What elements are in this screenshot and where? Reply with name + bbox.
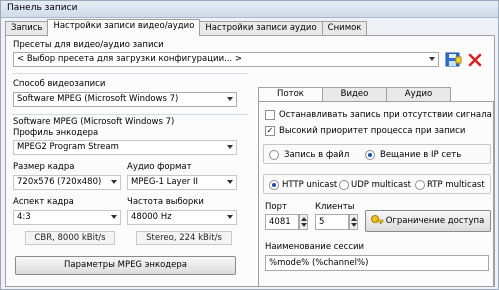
chevron-down-icon [111, 215, 117, 219]
tab-recording[interactable]: Запись [5, 21, 49, 36]
mpeg-encoder-params-button[interactable]: Параметры MPEG энкодера [15, 256, 236, 275]
tab-video-audio-settings[interactable]: Настройки записи видео/аудио [47, 19, 201, 36]
aspect-value: 4:3 [17, 212, 31, 222]
clients-input[interactable]: 5 [315, 214, 349, 230]
frame-size-dropdown[interactable]: 720x576 (720x480) [13, 175, 121, 190]
chevron-down-icon [227, 215, 233, 219]
high-priority-label: Высокий приоритет процесса при записи [279, 126, 466, 136]
chevron-down-icon [227, 145, 233, 149]
separator [12, 114, 248, 115]
sub-tabs: Поток Видео Аудио [258, 87, 451, 102]
broadcast-ip-label: Вещание в IP сеть [380, 150, 462, 160]
access-limit-label: Ограничение доступа [385, 216, 485, 226]
sample-rate-value: 48000 Hz [131, 212, 172, 222]
tab-snapshot[interactable]: Снимок [321, 21, 368, 36]
tab-audio-settings[interactable]: Настройки записи аудио [199, 21, 323, 36]
presets-dropdown[interactable]: < Выбор пресета для загрузки конфигураци… [13, 52, 439, 67]
frame-size-label: Размер кадра [13, 162, 75, 172]
record-to-file-radio[interactable] [269, 150, 279, 160]
delete-preset-icon[interactable] [466, 51, 484, 69]
recording-panel-window: Панель записи Запись Настройки записи ви… [0, 0, 499, 290]
frame-size-value: 720x576 (720x480) [17, 177, 102, 187]
session-name-label: Наименование сессии [265, 242, 365, 252]
udp-multicast-label: UDP multicast [351, 180, 411, 190]
sample-rate-dropdown[interactable]: 48000 Hz [127, 210, 237, 225]
capture-method-label: Способ видеозаписи [13, 79, 106, 89]
stop-on-no-signal-label: Останавливать запись при отсутствии сигн… [279, 110, 492, 120]
port-stepper[interactable] [299, 214, 308, 230]
audio-format-value: MPEG-1 Layer II [131, 177, 199, 187]
window-title: Панель записи [1, 1, 498, 18]
broadcast-ip-radio[interactable] [365, 150, 375, 160]
stream-panel: Останавливать запись при отсутствии сигн… [258, 101, 494, 287]
sample-rate-label: Частота выборки [127, 197, 204, 207]
tab-video[interactable]: Видео [322, 87, 387, 101]
encoder-profile-label: Профиль энкодера [13, 128, 99, 138]
clients-label: Клиенты [315, 202, 355, 212]
chevron-down-icon [227, 180, 233, 184]
stop-on-no-signal-checkbox[interactable] [265, 110, 275, 120]
separator [12, 73, 248, 74]
port-label: Порт [265, 202, 287, 212]
high-priority-checkbox[interactable]: ✓ [265, 126, 275, 136]
udp-multicast-radio[interactable] [339, 180, 349, 190]
aspect-label: Аспект кадра [13, 197, 74, 207]
http-unicast-label: HTTP unicast [282, 180, 338, 190]
audio-format-label: Аудио формат [127, 162, 192, 172]
tab-stream[interactable]: Поток [258, 87, 323, 102]
software-mpeg-label: Software MPEG (Microsoft Windows 7) [13, 117, 175, 127]
presets-label: Пресеты для видео/аудио записи [13, 40, 164, 50]
tab-audio[interactable]: Аудио [386, 87, 451, 101]
presets-value: < Выбор пресета для загрузки конфигураци… [17, 54, 243, 64]
capture-method-dropdown[interactable]: Software MPEG (Microsoft Windows 7) [13, 92, 237, 107]
save-preset-icon[interactable] [444, 51, 462, 69]
chevron-down-icon [111, 180, 117, 184]
audio-bitrate-info: Stereo, 224 kBit/s [136, 231, 232, 245]
encoder-profile-dropdown[interactable]: MPEG2 Program Stream [13, 140, 237, 155]
rtp-multicast-radio[interactable] [415, 180, 425, 190]
key-icon [370, 214, 384, 231]
encoder-profile-value: MPEG2 Program Stream [17, 142, 119, 152]
session-name-input[interactable]: %mode% (%channel%) [265, 255, 489, 271]
capture-method-value: Software MPEG (Microsoft Windows 7) [17, 94, 179, 104]
main-tabs: Запись Настройки записи видео/аудио Наст… [5, 19, 368, 36]
settings-panel: Пресеты для видео/аудио записи < Выбор п… [5, 35, 495, 287]
record-to-file-label: Запись в файл [284, 150, 350, 160]
http-unicast-radio[interactable] [269, 180, 279, 190]
port-input[interactable]: 4081 [265, 214, 299, 230]
clients-stepper[interactable] [349, 214, 358, 230]
access-limit-button[interactable]: Ограничение доступа [365, 210, 491, 232]
audio-format-dropdown[interactable]: MPEG-1 Layer II [127, 175, 237, 190]
aspect-dropdown[interactable]: 4:3 [13, 210, 121, 225]
video-bitrate-info: CBR, 8000 kBit/s [25, 231, 115, 245]
rtp-multicast-label: RTP multicast [427, 180, 485, 190]
chevron-down-icon [227, 97, 233, 101]
chevron-down-icon [429, 57, 435, 61]
